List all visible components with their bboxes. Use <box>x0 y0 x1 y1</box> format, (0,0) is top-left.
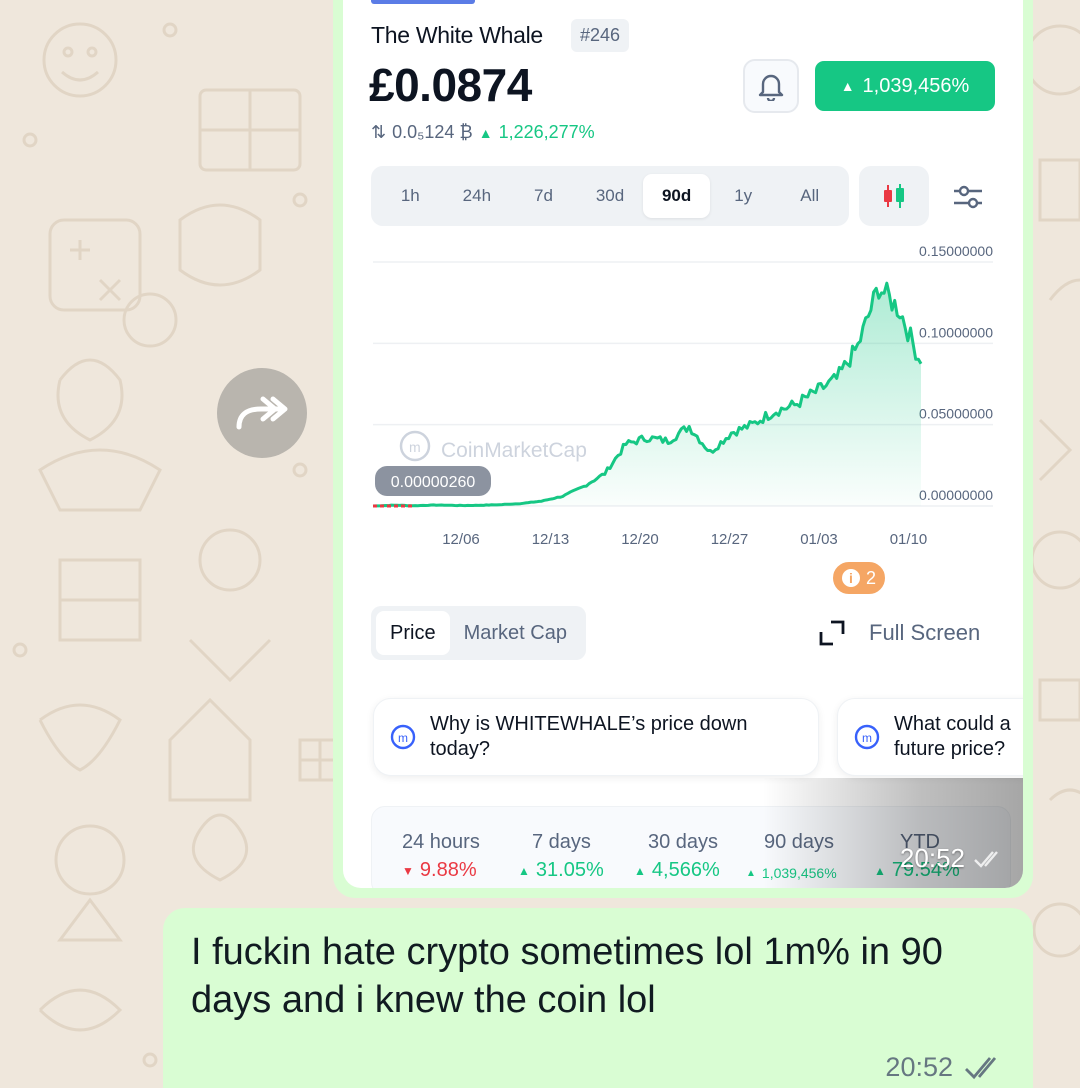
current-price-label-text: 0.00000260 <box>391 474 476 491</box>
svg-text:m: m <box>398 731 408 745</box>
price-chart-svg: 0.15000000 0.10000000 0.05000000 0.00000000… <box>372 243 993 548</box>
stat-7d: 7 days ▲ 31.05% <box>518 831 604 882</box>
tab-price[interactable]: Price <box>376 611 450 655</box>
coin-price: £0.0874 <box>369 59 532 111</box>
text-message-time-text: 20:52 <box>885 1052 953 1082</box>
ask-card-line1: What could a <box>894 713 1011 735</box>
stat-30d: 30 days ▲ 4,566% <box>634 831 720 882</box>
tab-indicator <box>371 0 475 4</box>
timeframe-tabs: 1h 24h 7d 30d 90d 1y All <box>371 166 849 226</box>
tab-30d[interactable]: 30d <box>577 174 644 218</box>
info-icon: i <box>841 569 860 587</box>
triangle-up-icon: ▲ <box>478 124 493 141</box>
events-badge[interactable]: i 2 <box>831 560 887 596</box>
double-check-icon <box>965 1056 997 1079</box>
metric-toggle: Price Market Cap <box>371 606 586 660</box>
x-tick-label: 01/10 <box>890 531 928 548</box>
triangle-up-icon: ▲ <box>840 78 855 94</box>
x-tick-label: 01/03 <box>800 531 838 548</box>
x-tick-label: 12/20 <box>621 531 659 548</box>
stat-90d: 90 days ▲ 1,039,456% <box>746 831 837 881</box>
price-alert-button[interactable] <box>743 59 799 113</box>
text-message-bubble[interactable]: I fuckin hate crypto sometimes lol 1m% i… <box>163 908 1033 1088</box>
tab-all[interactable]: All <box>776 174 843 218</box>
stat-value: ▼ 9.88% <box>402 859 480 882</box>
stat-24h: 24 hours ▼ 9.88% <box>402 831 480 882</box>
expand-icon <box>819 620 845 646</box>
image-message-time-text: 20:52 <box>899 843 965 873</box>
watermark-text: CoinMarketCap <box>441 439 587 462</box>
text-message-time: 20:52 <box>885 1052 1007 1083</box>
stat-label: 30 days <box>648 831 719 853</box>
tab-1h[interactable]: 1h <box>377 174 444 218</box>
current-price-label: 0.00000260 <box>375 466 491 496</box>
coin-name: The White Whale <box>371 22 543 48</box>
btc-price-row: ⇅ 0.0₅124 ₿ ▲ 1,226,277% <box>371 122 595 143</box>
svg-text:m: m <box>409 439 421 455</box>
full-screen-label: Full Screen <box>869 620 981 645</box>
stat-value-text: 9.88% <box>419 859 477 881</box>
price-change-pill: ▲ 1,039,456% <box>815 61 995 111</box>
cmc-ai-icon: m <box>854 724 880 750</box>
price-change-value: 1,039,456% <box>862 74 970 97</box>
stat-value: ▲ 4,566% <box>634 859 720 882</box>
forward-button[interactable] <box>217 368 307 458</box>
triangle-up-icon: ▲ <box>746 867 756 879</box>
full-screen-button[interactable]: Full Screen <box>817 618 980 648</box>
y-tick-label: 0.00000000 <box>919 487 993 503</box>
triangle-up-icon: ▲ <box>518 863 530 878</box>
message-body: I fuckin hate crypto sometimes lol 1m% i… <box>191 931 943 1021</box>
sliders-icon <box>954 185 982 209</box>
screenshot-image[interactable]: The White Whale #246 £0.0874 ▲ 1,039,456… <box>343 0 1023 888</box>
candlestick-toggle[interactable] <box>859 166 929 226</box>
tab-90d[interactable]: 90d <box>643 174 710 218</box>
tab-24h[interactable]: 24h <box>444 174 511 218</box>
svg-text:m: m <box>862 731 872 745</box>
y-tick-label: 0.05000000 <box>919 406 993 422</box>
stat-label: 90 days <box>764 831 835 853</box>
chart-settings-button[interactable] <box>943 172 993 222</box>
btc-price: 0.0₅124 ₿ <box>392 122 473 142</box>
events-count: 2 <box>865 567 876 588</box>
coin-rank-badge: #246 <box>571 19 630 52</box>
ask-card-line2: future price? <box>894 738 1006 760</box>
triangle-up-icon: ▲ <box>874 863 886 878</box>
stat-label: 24 hours <box>402 831 480 853</box>
tab-7d[interactable]: 7d <box>510 174 577 218</box>
tab-market-cap[interactable]: Market Cap <box>450 611 581 655</box>
price-chart[interactable]: 0.15000000 0.10000000 0.05000000 0.00000000… <box>343 236 1023 556</box>
ask-card-line1: Why is WHITEWHALE’s price down <box>430 713 748 735</box>
image-message-time: 20:52 <box>900 843 1005 874</box>
stat-value: ▲ 31.05% <box>518 859 604 882</box>
y-tick-label: 0.15000000 <box>919 243 993 259</box>
x-tick-label: 12/06 <box>442 531 480 548</box>
ask-card-future-price[interactable]: m What could a future price? <box>837 698 1023 776</box>
ask-card-line2: today? <box>430 738 491 760</box>
bell-icon <box>758 74 784 101</box>
coinmarketcap-watermark: m CoinMarketCap <box>399 430 587 462</box>
stat-value: ▲ 1,039,456% <box>746 865 837 881</box>
triangle-up-icon: ▲ <box>634 863 646 878</box>
y-tick-label: 0.10000000 <box>919 324 993 340</box>
candlestick-icon <box>884 184 904 208</box>
x-tick-label: 12/13 <box>532 531 570 548</box>
image-message-bubble[interactable]: The White Whale #246 £0.0874 ▲ 1,039,456… <box>333 0 1033 898</box>
double-check-icon <box>974 850 998 868</box>
forward-arrow-icon <box>236 396 288 430</box>
stat-value-text: 1,039,456% <box>761 865 837 881</box>
stat-label: 7 days <box>532 831 591 853</box>
x-tick-label: 12/27 <box>711 531 749 548</box>
stat-value-text: 4,566% <box>651 859 720 881</box>
tab-1y[interactable]: 1y <box>710 174 777 218</box>
swap-arrows-icon: ⇅ <box>371 122 387 142</box>
cmc-ai-icon: m <box>390 724 416 750</box>
btc-change: 1,226,277% <box>498 122 595 142</box>
ask-card-price-down[interactable]: m Why is WHITEWHALE’s price down today? <box>373 698 819 776</box>
triangle-down-icon: ▼ <box>402 863 414 878</box>
stat-value-text: 31.05% <box>535 859 604 881</box>
